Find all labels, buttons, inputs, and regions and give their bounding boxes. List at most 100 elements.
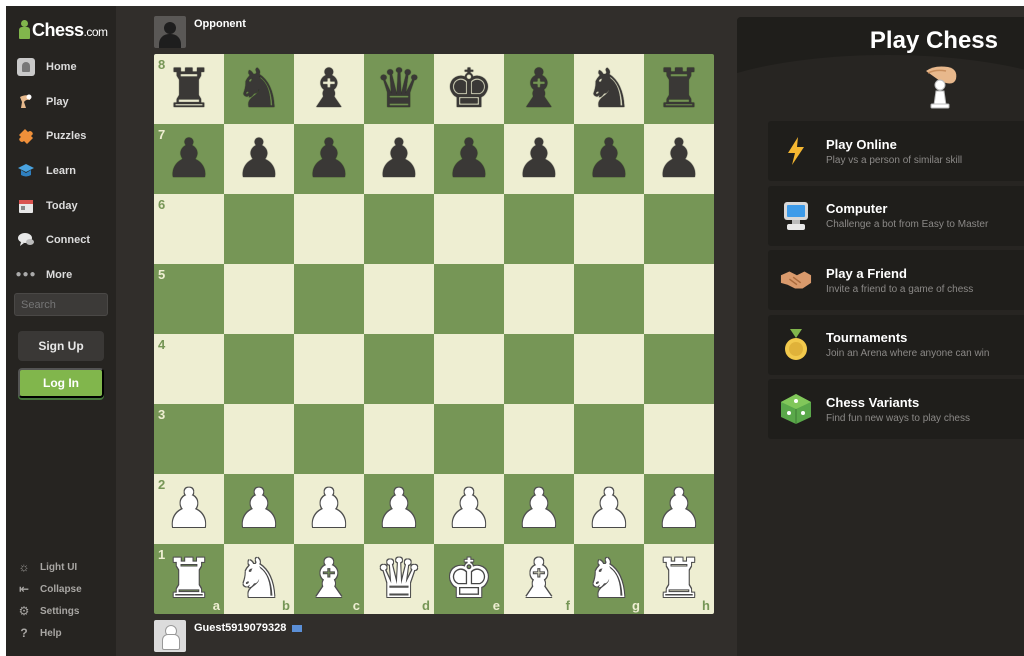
square-d1[interactable]: d ♛ xyxy=(364,544,434,614)
square-h8[interactable]: ♜ xyxy=(644,54,714,124)
computer-option[interactable]: Computer Challenge a bot from Easy to Ma… xyxy=(768,185,1024,246)
log-in-button[interactable]: Log In xyxy=(18,368,104,398)
sidebar-item-home[interactable]: Home xyxy=(6,50,116,85)
square-f4[interactable] xyxy=(504,334,574,404)
sidebar-item-today[interactable]: Today xyxy=(6,188,116,223)
square-h7[interactable]: ♟ xyxy=(644,124,714,194)
square-e2[interactable]: ♟ xyxy=(434,474,504,544)
square-g1[interactable]: g ♞ xyxy=(574,544,644,614)
square-g7[interactable]: ♟ xyxy=(574,124,644,194)
black-pawn-icon[interactable]: ♟ xyxy=(235,132,283,186)
square-d5[interactable] xyxy=(364,264,434,334)
square-c6[interactable] xyxy=(294,194,364,264)
square-c2[interactable]: ♟ xyxy=(294,474,364,544)
player-avatar[interactable] xyxy=(154,620,186,652)
tournaments-option[interactable]: Tournaments Join an Arena where anyone c… xyxy=(768,314,1024,375)
black-rook-icon[interactable]: ♜ xyxy=(165,62,213,116)
square-e8[interactable]: ♚ xyxy=(434,54,504,124)
black-rook-icon[interactable]: ♜ xyxy=(655,62,703,116)
square-f5[interactable] xyxy=(504,264,574,334)
white-knight-icon[interactable]: ♞ xyxy=(235,552,283,606)
square-b3[interactable] xyxy=(224,404,294,474)
white-pawn-icon[interactable]: ♟ xyxy=(445,482,493,536)
square-a7[interactable]: 7 ♟ xyxy=(154,124,224,194)
black-pawn-icon[interactable]: ♟ xyxy=(375,132,423,186)
search-input[interactable] xyxy=(14,293,108,316)
square-f7[interactable]: ♟ xyxy=(504,124,574,194)
white-bishop-icon[interactable]: ♝ xyxy=(305,552,353,606)
square-d6[interactable] xyxy=(364,194,434,264)
square-b5[interactable] xyxy=(224,264,294,334)
play-a-friend-option[interactable]: Play a Friend Invite a friend to a game … xyxy=(768,250,1024,311)
square-h6[interactable] xyxy=(644,194,714,264)
sidebar-item-more[interactable]: ●●● More xyxy=(6,258,116,293)
sidebar-item-puzzles[interactable]: Puzzles xyxy=(6,119,116,154)
chess-board[interactable]: 8 ♜ ♞ ♝ ♛ ♚ ♝ ♞ ♜ 7 ♟ ♟ ♟ ♟ ♟ ♟ ♟ ♟ 6 5 4 3 2 ♟ ♟ ♟ ♟ ♟ ♟ ♟ ♟ 1 a ♜ b ♞ c ♝ d ♛… xyxy=(154,54,714,614)
white-pawn-icon[interactable]: ♟ xyxy=(585,482,633,536)
white-pawn-icon[interactable]: ♟ xyxy=(235,482,283,536)
square-e5[interactable] xyxy=(434,264,504,334)
square-a6[interactable]: 6 xyxy=(154,194,224,264)
white-rook-icon[interactable]: ♜ xyxy=(165,552,213,606)
square-f1[interactable]: f ♝ xyxy=(504,544,574,614)
white-bishop-icon[interactable]: ♝ xyxy=(515,552,563,606)
square-f2[interactable]: ♟ xyxy=(504,474,574,544)
square-a8[interactable]: 8 ♜ xyxy=(154,54,224,124)
black-pawn-icon[interactable]: ♟ xyxy=(515,132,563,186)
white-pawn-icon[interactable]: ♟ xyxy=(655,482,703,536)
square-g5[interactable] xyxy=(574,264,644,334)
square-h5[interactable] xyxy=(644,264,714,334)
opponent-avatar[interactable] xyxy=(154,16,186,48)
black-pawn-icon[interactable]: ♟ xyxy=(655,132,703,186)
square-f6[interactable] xyxy=(504,194,574,264)
collapse-button[interactable]: ⇤ Collapse xyxy=(16,578,116,600)
square-f3[interactable] xyxy=(504,404,574,474)
square-d4[interactable] xyxy=(364,334,434,404)
square-b7[interactable]: ♟ xyxy=(224,124,294,194)
square-h3[interactable] xyxy=(644,404,714,474)
square-h2[interactable]: ♟ xyxy=(644,474,714,544)
square-g6[interactable] xyxy=(574,194,644,264)
white-pawn-icon[interactable]: ♟ xyxy=(165,482,213,536)
square-a4[interactable]: 4 xyxy=(154,334,224,404)
square-c7[interactable]: ♟ xyxy=(294,124,364,194)
square-a3[interactable]: 3 xyxy=(154,404,224,474)
black-pawn-icon[interactable]: ♟ xyxy=(165,132,213,186)
square-e7[interactable]: ♟ xyxy=(434,124,504,194)
square-f8[interactable]: ♝ xyxy=(504,54,574,124)
play-online-option[interactable]: Play Online Play vs a person of similar … xyxy=(768,121,1024,181)
square-g8[interactable]: ♞ xyxy=(574,54,644,124)
square-e1[interactable]: e ♚ xyxy=(434,544,504,614)
square-e4[interactable] xyxy=(434,334,504,404)
black-pawn-icon[interactable]: ♟ xyxy=(445,132,493,186)
black-bishop-icon[interactable]: ♝ xyxy=(515,62,563,116)
square-h4[interactable] xyxy=(644,334,714,404)
sidebar-item-connect[interactable]: Connect xyxy=(6,223,116,258)
square-e6[interactable] xyxy=(434,194,504,264)
black-pawn-icon[interactable]: ♟ xyxy=(305,132,353,186)
square-c4[interactable] xyxy=(294,334,364,404)
square-g2[interactable]: ♟ xyxy=(574,474,644,544)
white-knight-icon[interactable]: ♞ xyxy=(585,552,633,606)
square-b1[interactable]: b ♞ xyxy=(224,544,294,614)
white-pawn-icon[interactable]: ♟ xyxy=(515,482,563,536)
square-h1[interactable]: h ♜ xyxy=(644,544,714,614)
white-pawn-icon[interactable]: ♟ xyxy=(375,482,423,536)
settings-button[interactable]: ⚙ Settings xyxy=(16,600,116,622)
black-queen-icon[interactable]: ♛ xyxy=(375,62,423,116)
square-b2[interactable]: ♟ xyxy=(224,474,294,544)
sidebar-item-play[interactable]: Play xyxy=(6,85,116,120)
square-a2[interactable]: 2 ♟ xyxy=(154,474,224,544)
black-pawn-icon[interactable]: ♟ xyxy=(585,132,633,186)
help-button[interactable]: ? Help xyxy=(16,622,116,644)
white-queen-icon[interactable]: ♛ xyxy=(375,552,423,606)
square-d2[interactable]: ♟ xyxy=(364,474,434,544)
square-e3[interactable] xyxy=(434,404,504,474)
square-c1[interactable]: c ♝ xyxy=(294,544,364,614)
sidebar-item-learn[interactable]: Learn xyxy=(6,154,116,189)
square-a1[interactable]: 1 a ♜ xyxy=(154,544,224,614)
square-c3[interactable] xyxy=(294,404,364,474)
sign-up-button[interactable]: Sign Up xyxy=(18,331,104,361)
white-pawn-icon[interactable]: ♟ xyxy=(305,482,353,536)
square-g4[interactable] xyxy=(574,334,644,404)
